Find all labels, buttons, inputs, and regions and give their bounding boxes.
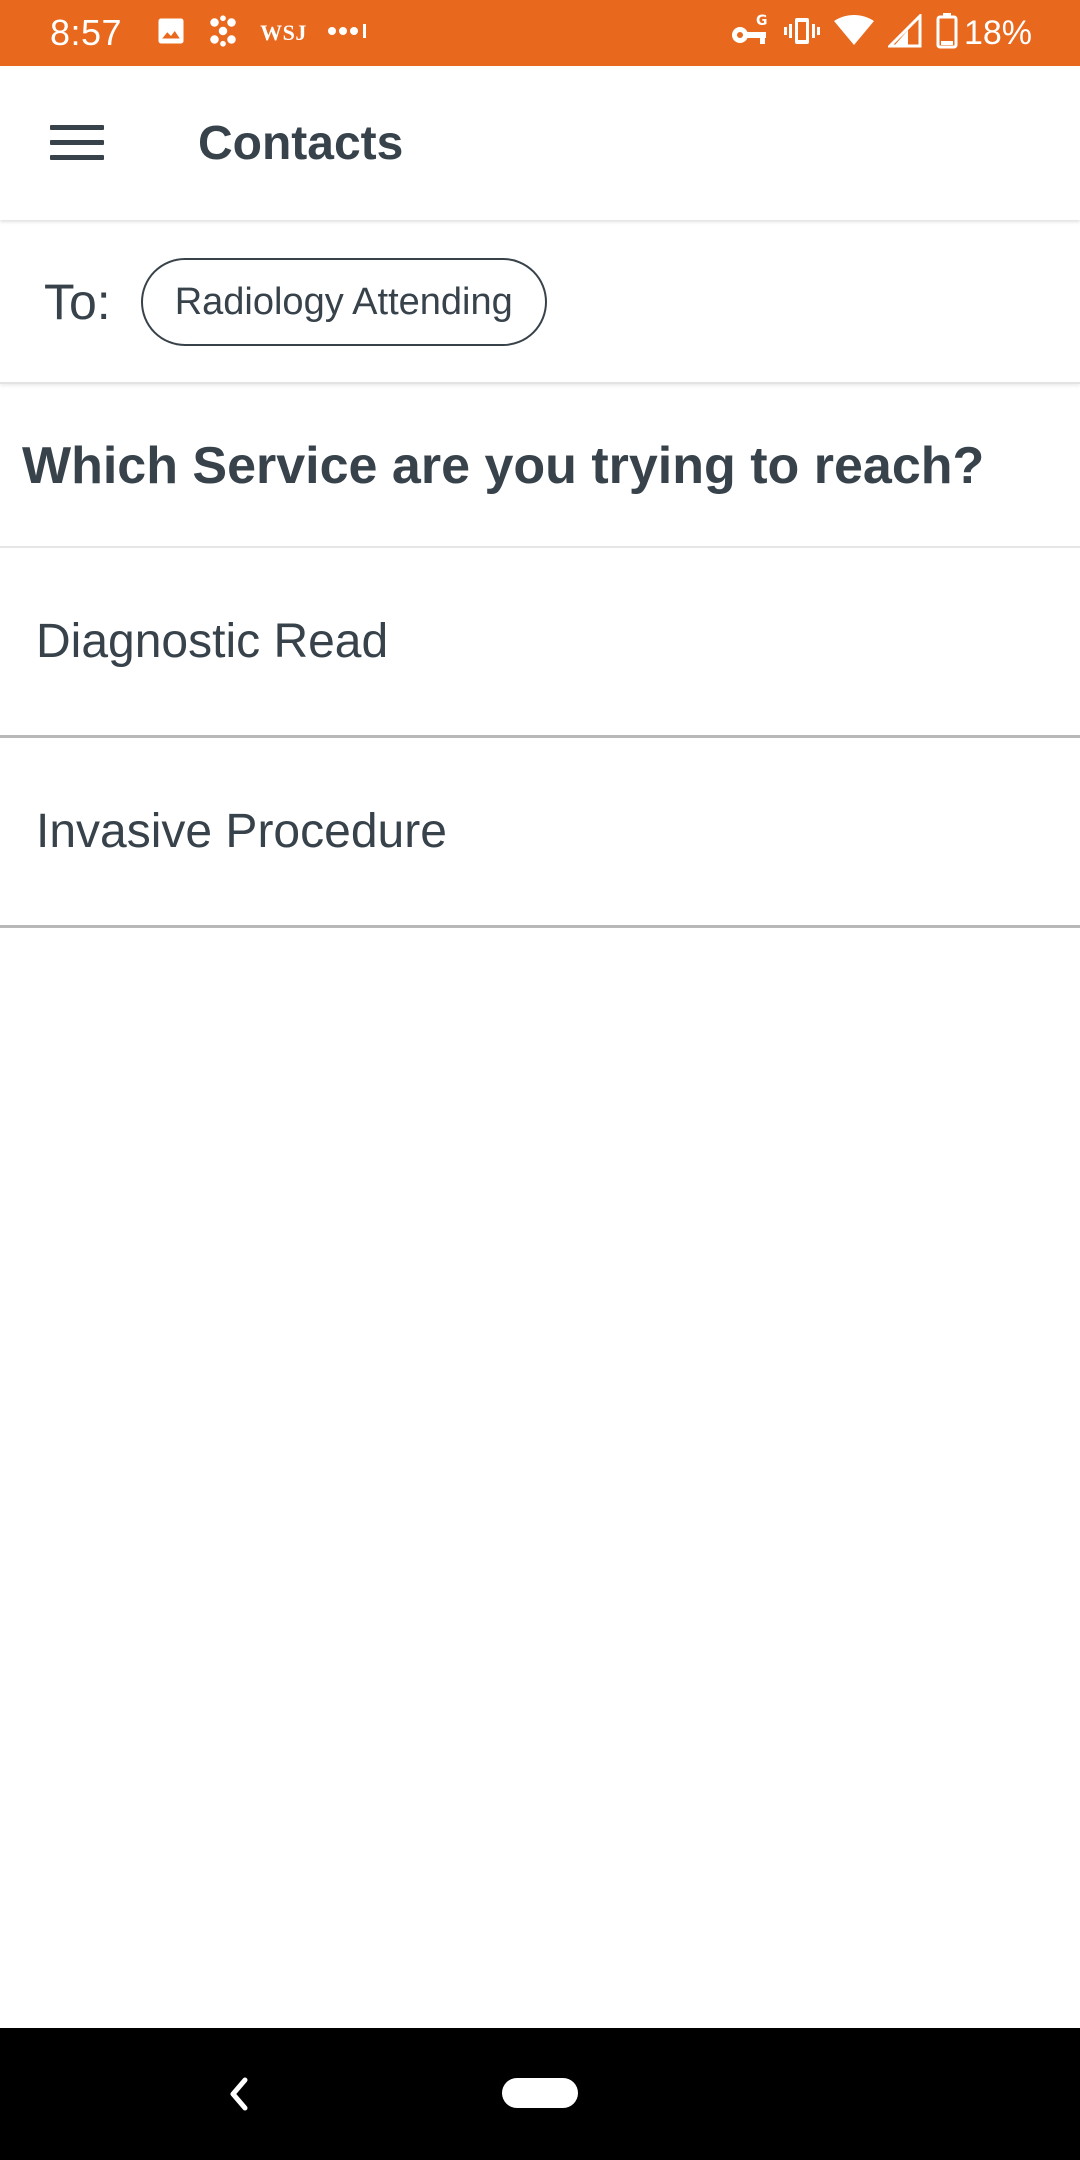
app-bar: Contacts bbox=[0, 66, 1080, 220]
recipient-chip-label: Radiology Attending bbox=[174, 280, 513, 323]
pinwheel-icon bbox=[206, 14, 240, 53]
svg-text:G: G bbox=[756, 13, 768, 29]
service-item-label: Diagnostic Read bbox=[36, 615, 389, 668]
recipient-row: To: Radiology Attending bbox=[0, 222, 1080, 384]
status-notification-icons: WSJ bbox=[156, 14, 391, 53]
status-system-icons: G 18% bbox=[716, 11, 1032, 54]
system-nav-bar bbox=[0, 2028, 1080, 2160]
page-title: Contacts bbox=[198, 116, 404, 170]
vpn-key-icon: G bbox=[730, 13, 770, 54]
status-time: 8:57 bbox=[50, 12, 123, 53]
wifi-icon bbox=[833, 14, 874, 52]
status-bar: 8:57 WSJ G 18% bbox=[0, 0, 1080, 66]
to-label: To: bbox=[44, 274, 111, 330]
service-item-diagnostic-read[interactable]: Diagnostic Read bbox=[0, 548, 1080, 738]
back-chevron-icon[interactable] bbox=[215, 2070, 263, 2118]
battery-icon bbox=[936, 12, 958, 54]
home-pill-icon[interactable] bbox=[502, 2078, 578, 2108]
wsj-icon: WSJ bbox=[260, 20, 307, 45]
cell-signal-icon bbox=[886, 11, 922, 53]
image-icon bbox=[156, 16, 186, 51]
service-question-heading: Which Service are you trying to reach? bbox=[0, 386, 1080, 548]
service-item-invasive-procedure[interactable]: Invasive Procedure bbox=[0, 738, 1080, 928]
recipient-chip[interactable]: Radiology Attending bbox=[140, 258, 547, 346]
more-dots-icon bbox=[327, 21, 371, 46]
battery-percent: 18% bbox=[963, 13, 1032, 52]
service-item-label: Invasive Procedure bbox=[36, 805, 447, 858]
hamburger-menu-icon[interactable] bbox=[17, 83, 137, 203]
vibrate-icon bbox=[783, 15, 820, 52]
service-list: Diagnostic Read Invasive Procedure bbox=[0, 548, 1080, 928]
